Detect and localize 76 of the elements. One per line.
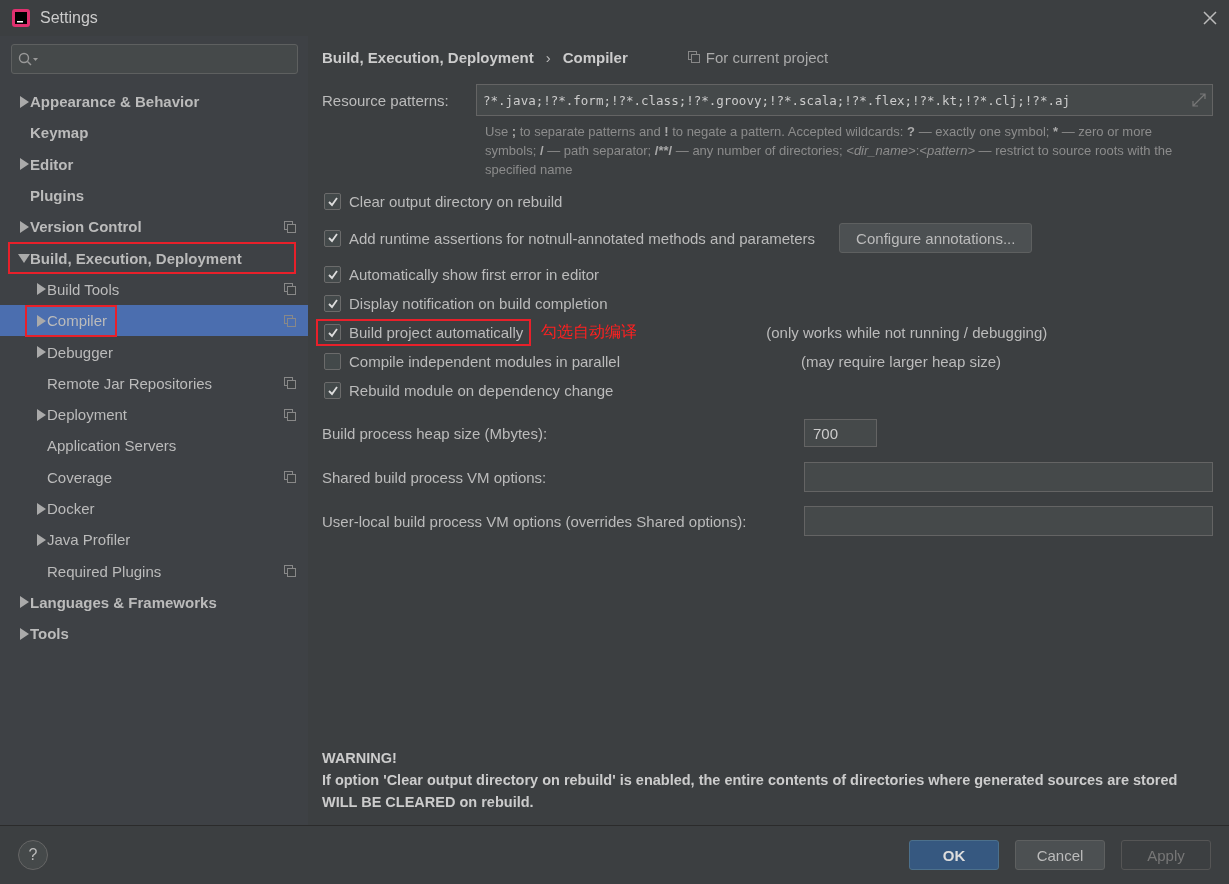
hint-text: Use ; to separate patterns and ! to negate a pattern. Accepted wildcards: ? — exactly one symbol; * — zero or more symbols; / — path separator; /**/ — any number of directories; <dir_name>:<pattern> — restrict to source roots with the specified name — [485, 123, 1174, 179]
checkbox-label[interactable]: Display notification on build completion — [349, 295, 608, 312]
ok-button[interactable]: OK — [909, 840, 999, 870]
expand-arrow-icon[interactable] — [35, 533, 47, 546]
checkbox-label[interactable]: Clear output directory on rebuild — [349, 193, 563, 210]
help-button[interactable]: ? — [18, 840, 48, 870]
checkbox-label[interactable]: Rebuild module on dependency change — [349, 382, 614, 399]
project-scope-icon — [284, 408, 296, 421]
scope-label: For current project — [705, 48, 829, 66]
expand-arrow-icon[interactable] — [35, 283, 47, 296]
field-label: Build process heap size (Mbytes): — [322, 424, 549, 442]
tree-item[interactable]: Editor — [0, 148, 308, 180]
expand-arrow-icon[interactable] — [35, 502, 47, 515]
expand-arrow-icon[interactable] — [18, 627, 30, 640]
tree-item[interactable]: Version Control — [0, 211, 308, 243]
tree-item[interactable]: Coverage — [0, 461, 308, 493]
tree-item[interactable]: Remote Jar Repositories — [0, 367, 308, 399]
annotation-text: 勾选自动编译 — [541, 322, 639, 342]
expand-arrow-icon[interactable] — [35, 408, 47, 421]
resource-patterns-field[interactable]: ?*.java;!?*.form;!?*.class;!?*.groovy;!?*.scala;!?*.flex;!?*.kt;!?*.clj;!?*.aj — [476, 84, 1213, 116]
checkbox[interactable] — [324, 229, 341, 247]
project-scope-icon — [284, 565, 296, 578]
dialog-button[interactable]: Cancel — [1015, 840, 1105, 870]
breadcrumb-current: Compiler — [562, 48, 628, 66]
warning-title: WARNING! — [322, 749, 398, 768]
tree-item[interactable]: Required Plugins — [0, 555, 308, 587]
input-field[interactable] — [804, 506, 1213, 536]
breadcrumb-separator: › — [545, 48, 551, 66]
app-logo-icon — [12, 9, 30, 27]
checkbox[interactable] — [324, 324, 341, 341]
field-label: Resource patterns: — [322, 91, 450, 109]
expand-arrow-icon[interactable] — [18, 252, 30, 265]
tree-item[interactable]: Appearance & Behavior — [0, 86, 308, 118]
project-scope-icon — [284, 471, 296, 484]
field-label: Shared build process VM options: — [322, 468, 548, 486]
tree-item[interactable]: Tools — [0, 618, 308, 650]
breadcrumb-parent[interactable]: Build, Execution, Deployment — [322, 48, 534, 66]
project-scope-icon — [284, 283, 296, 296]
search-icon — [18, 52, 40, 66]
tree-item[interactable]: Debugger — [0, 336, 308, 368]
tree-item[interactable]: Application Servers — [0, 430, 308, 462]
checkbox-label[interactable]: Compile independent modules in parallel — [349, 353, 620, 370]
checkbox[interactable] — [324, 382, 341, 399]
project-scope-icon — [687, 51, 700, 63]
option-note: (only works while not running / debugging) — [766, 324, 1049, 341]
configure-annotations-button[interactable]: Configure annotations... — [839, 223, 1033, 253]
project-scope-icon — [284, 377, 296, 390]
tree-item[interactable]: Keymap — [0, 117, 308, 149]
input-field[interactable]: 700 — [804, 419, 877, 447]
option-note: (may require larger heap size) — [801, 353, 1003, 370]
expand-arrow-icon[interactable] — [18, 596, 30, 609]
checkbox[interactable] — [324, 353, 341, 370]
expand-arrow-icon[interactable] — [18, 95, 30, 108]
expand-arrow-icon[interactable] — [35, 346, 47, 359]
field-label: User-local build process VM options (overrides Shared options): — [322, 512, 748, 530]
tree-item[interactable]: Java Profiler — [0, 524, 308, 556]
project-scope-icon — [284, 220, 296, 233]
window-title: Settings — [40, 9, 99, 27]
tree-item[interactable]: Build Tools — [0, 273, 308, 306]
expand-arrow-icon[interactable] — [18, 158, 30, 171]
checkbox[interactable] — [324, 266, 341, 283]
tree-item[interactable]: Docker — [0, 492, 308, 525]
checkbox-label[interactable]: Add runtime assertions for notnull-annotated methods and parameters — [349, 229, 816, 247]
expand-arrow-icon[interactable] — [18, 220, 30, 233]
project-scope-icon — [284, 314, 296, 327]
tree-item[interactable]: Languages & Frameworks — [0, 586, 308, 619]
tree-item[interactable]: Plugins — [0, 179, 308, 212]
close-icon[interactable] — [1203, 11, 1217, 25]
checkbox-label[interactable]: Automatically show first error in editor — [349, 266, 600, 283]
warning-text: If option 'Clear output directory on rebuild' is enabled, the entire contents of directories where generated sources are stored WILL BE CLEARED on rebuild. — [322, 771, 1179, 812]
search-field[interactable] — [11, 44, 298, 74]
checkbox[interactable] — [324, 295, 341, 312]
tree-item[interactable]: Deployment — [0, 398, 308, 431]
checkbox[interactable] — [324, 193, 341, 210]
input-field[interactable] — [804, 462, 1213, 492]
checkbox-label[interactable]: Build project automatically — [349, 324, 524, 341]
